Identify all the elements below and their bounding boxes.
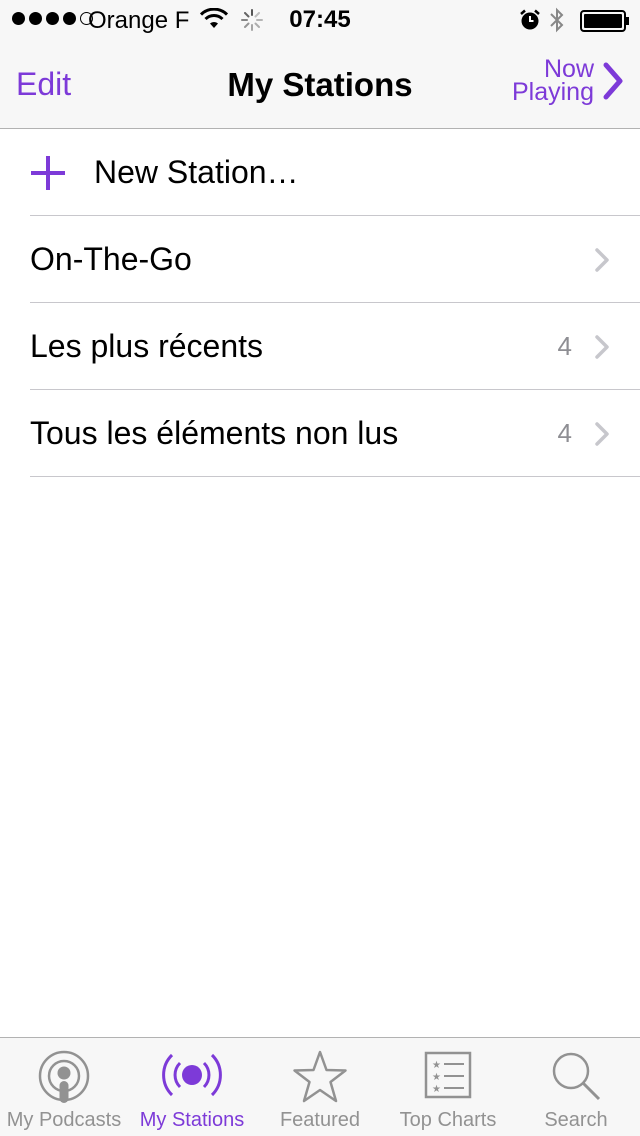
alarm-icon	[520, 9, 540, 30]
tab-label: Top Charts	[399, 1109, 497, 1131]
status-time: 07:45	[289, 6, 351, 33]
new-station-row[interactable]: New Station…	[0, 129, 640, 216]
stations-icon	[162, 1053, 222, 1097]
search-icon	[552, 1052, 601, 1101]
chevron-right-icon	[603, 62, 623, 100]
bluetooth-icon	[550, 7, 564, 33]
tab-label: My Podcasts	[6, 1109, 122, 1131]
tab-search[interactable]: Search	[512, 1038, 640, 1136]
wifi-icon	[200, 8, 228, 28]
list-item-count: 4	[557, 418, 572, 448]
navigation-bar: Edit My Stations Now Playing	[0, 40, 640, 129]
now-playing-line-2: Playing	[512, 78, 594, 106]
plus-icon	[31, 156, 65, 190]
stations-list: New Station… On-The-Go Les plus récents …	[0, 129, 640, 477]
tab-my-podcasts[interactable]: My Podcasts	[0, 1038, 128, 1136]
activity-spinner-icon	[241, 9, 263, 31]
chevron-right-icon	[595, 248, 609, 272]
svg-text:★: ★	[432, 1072, 441, 1083]
status-bar: Orange F 07:45	[0, 0, 640, 40]
svg-text:★: ★	[432, 1060, 441, 1071]
list-item[interactable]: Les plus récents 4	[0, 303, 640, 390]
new-station-label: New Station…	[94, 154, 299, 190]
edit-button[interactable]: Edit	[16, 66, 71, 103]
podcasts-icon	[38, 1050, 90, 1103]
chevron-right-icon	[595, 422, 609, 446]
tab-top-charts[interactable]: ★ ★ ★ Top Charts	[384, 1038, 512, 1136]
svg-text:★: ★	[432, 1084, 441, 1095]
list-item-count: 4	[557, 331, 572, 361]
signal-strength-icon	[12, 12, 93, 25]
list-item[interactable]: On-The-Go	[0, 216, 640, 303]
tab-label: My Stations	[139, 1109, 245, 1131]
now-playing-label: Now Playing	[512, 57, 594, 106]
carrier-name: Orange F	[88, 7, 190, 34]
charts-icon: ★ ★ ★	[424, 1051, 472, 1099]
tab-bar: My Podcasts My Stations Featured ★ ★ ★ T…	[0, 1037, 640, 1136]
chevron-right-icon	[595, 335, 609, 359]
list-item-label: Tous les éléments non lus	[30, 415, 399, 451]
list-item[interactable]: Tous les éléments non lus 4	[0, 390, 640, 477]
tab-my-stations[interactable]: My Stations	[128, 1038, 256, 1136]
now-playing-button[interactable]: Now Playing	[512, 57, 624, 106]
tab-featured[interactable]: Featured	[256, 1038, 384, 1136]
tab-label: Featured	[279, 1109, 361, 1131]
star-icon	[293, 1050, 347, 1103]
tab-label: Search	[544, 1109, 608, 1131]
screen: Orange F 07:45 Edit My Stations Now Play…	[0, 0, 640, 1136]
battery-icon	[580, 10, 629, 32]
list-item-label: Les plus récents	[30, 328, 264, 364]
list-item-label: On-The-Go	[30, 241, 192, 277]
